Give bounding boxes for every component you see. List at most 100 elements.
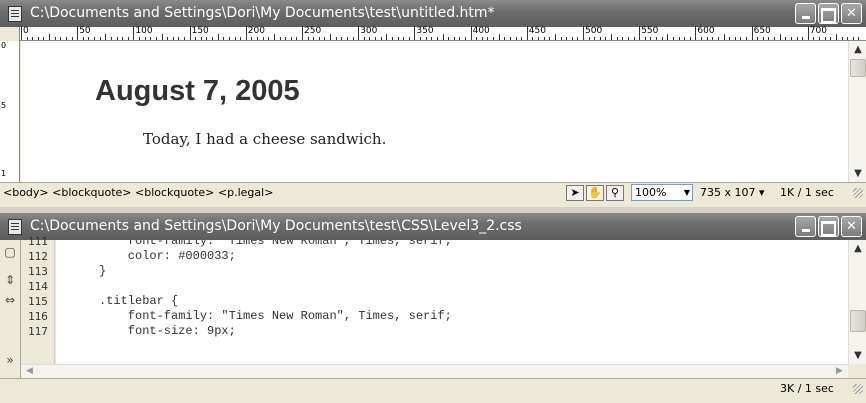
code-horizontal-scrollbar[interactable]: ◀ ▶: [21, 364, 848, 378]
ruler-tick: [796, 37, 798, 40]
scroll-right-arrow-icon[interactable]: ▶: [831, 365, 848, 378]
ruler-tick: [847, 37, 849, 40]
ruler-tick: [375, 37, 377, 40]
maximize-button[interactable]: [818, 3, 839, 24]
ruler-tick: [386, 34, 388, 40]
code-line[interactable]: .titlebar {: [56, 294, 848, 309]
window-size-popup[interactable]: 735 x 107 ▾: [700, 183, 765, 202]
ruler-tick: [779, 34, 781, 40]
ruler-tick: [60, 37, 62, 40]
ruler-tick: [639, 26, 641, 40]
ruler-tick: [43, 37, 45, 40]
ruler-tick: [380, 37, 382, 40]
ruler-label: 250: [304, 26, 322, 36]
scroll-thumb[interactable]: [850, 310, 866, 332]
ruler-tick: [549, 37, 551, 40]
collapse-icon[interactable]: ⇕: [2, 272, 18, 288]
ruler-tick: [346, 37, 348, 40]
code-vertical-scrollbar[interactable]: ▲ ▼: [848, 240, 866, 364]
hand-tool-icon[interactable]: ✋: [586, 185, 604, 201]
ruler-tick: [515, 37, 517, 40]
ruler-tick: [167, 37, 169, 40]
ruler-tick: [262, 37, 264, 40]
ruler-tick: [358, 26, 360, 40]
ruler-tick: [852, 37, 854, 40]
zoom-tool-icon[interactable]: ⚲: [606, 185, 624, 201]
ruler-tick: [577, 37, 579, 40]
scroll-down-arrow-icon[interactable]: ▼: [849, 165, 866, 182]
code-line[interactable]: font-family: "Times New Roman", Times, s…: [56, 240, 848, 249]
ruler-tick: [279, 37, 281, 40]
minimize-button[interactable]: [795, 216, 816, 237]
ruler-tick: [26, 37, 28, 40]
ruler-tick: [431, 37, 433, 40]
ruler-tick: [285, 37, 287, 40]
ruler-tick: [740, 37, 742, 40]
ruler-tick: [717, 37, 719, 40]
ruler-origin[interactable]: [0, 27, 20, 41]
ruler-tick: [712, 37, 714, 40]
ruler-tick: [751, 26, 753, 40]
ruler-tick: [195, 37, 197, 40]
design-vertical-scrollbar[interactable]: ▲ ▼: [848, 41, 866, 182]
design-window-title: C:\Documents and Settings\Dori\My Docume…: [30, 5, 495, 21]
line-number: 116: [28, 310, 48, 323]
expand-icon[interactable]: ⇔: [2, 292, 18, 308]
scroll-up-arrow-icon[interactable]: ▲: [849, 41, 866, 58]
line-number: 114: [28, 280, 48, 293]
ruler-label: 500: [585, 26, 603, 36]
ruler-tick: [341, 37, 343, 40]
scroll-thumb[interactable]: [850, 59, 866, 77]
ruler-tick: [414, 26, 416, 40]
open-documents-icon[interactable]: ▢: [2, 244, 18, 260]
ruler-tick: [706, 37, 708, 40]
window-size-value: 735 x 107: [700, 186, 756, 199]
close-button[interactable]: ✕: [841, 3, 862, 24]
design-window-titlebar[interactable]: C:\Documents and Settings\Dori\My Docume…: [0, 0, 866, 27]
code-line[interactable]: [56, 279, 848, 294]
maximize-button[interactable]: [818, 216, 839, 237]
close-button[interactable]: ✕: [841, 216, 862, 237]
ruler-tick: [189, 26, 191, 40]
design-canvas[interactable]: August 7, 2005 Today, I had a cheese san…: [21, 41, 848, 182]
page-paragraph[interactable]: Today, I had a cheese sandwich.: [143, 130, 386, 148]
ruler-tick: [526, 26, 528, 40]
ruler-tick: [785, 37, 787, 40]
pointer-tool-icon[interactable]: ➤: [566, 185, 584, 201]
resize-grip[interactable]: [853, 188, 863, 198]
scroll-up-arrow-icon[interactable]: ▲: [849, 240, 866, 257]
page-heading[interactable]: August 7, 2005: [95, 75, 300, 108]
more-tools-icon[interactable]: »: [2, 352, 18, 368]
ruler-tick: [425, 37, 427, 40]
ruler-tick: [420, 37, 422, 40]
code-line[interactable]: }: [56, 264, 848, 279]
ruler-tick: [790, 37, 792, 40]
horizontal-ruler: 0 50 100 150 200 250 300 350 400 450 500 550 600 650 7…: [0, 26, 866, 41]
scroll-down-arrow-icon[interactable]: ▼: [849, 347, 866, 364]
ruler-tick: [824, 37, 826, 40]
line-number: 111: [28, 235, 48, 248]
code-editor[interactable]: font-family: "Times New Roman", Times, s…: [56, 240, 848, 364]
ruler-tick: [49, 34, 51, 40]
ruler-tick: [32, 37, 34, 40]
code-window-titlebar[interactable]: C:\Documents and Settings\Dori\My Docume…: [0, 213, 866, 240]
code-line[interactable]: font-family: "Times New Roman", Times, s…: [56, 309, 848, 324]
ruler-tick: [684, 37, 686, 40]
code-line[interactable]: color: #000033;: [56, 249, 848, 264]
code-line[interactable]: font-size: 9px;: [56, 324, 848, 339]
ruler-tick: [835, 34, 837, 40]
zoom-value: 100%: [635, 186, 667, 199]
ruler-label: 100: [135, 26, 153, 36]
resize-grip[interactable]: [853, 384, 863, 394]
scroll-left-arrow-icon[interactable]: ◀: [21, 365, 38, 378]
tag-selector[interactable]: <body> <blockquote> <blockquote> <p.lega…: [3, 183, 273, 202]
ruler-tick: [37, 37, 39, 40]
ruler-tick: [554, 34, 556, 40]
minimize-button[interactable]: [795, 3, 816, 24]
ruler-tick: [217, 34, 219, 40]
ruler-tick: [161, 34, 163, 40]
design-status-bar: <body> <blockquote> <blockquote> <p.lega…: [0, 182, 866, 202]
ruler-tick: [695, 26, 697, 40]
ruler-tick: [436, 37, 438, 40]
zoom-select[interactable]: 100% ▼: [631, 184, 693, 201]
